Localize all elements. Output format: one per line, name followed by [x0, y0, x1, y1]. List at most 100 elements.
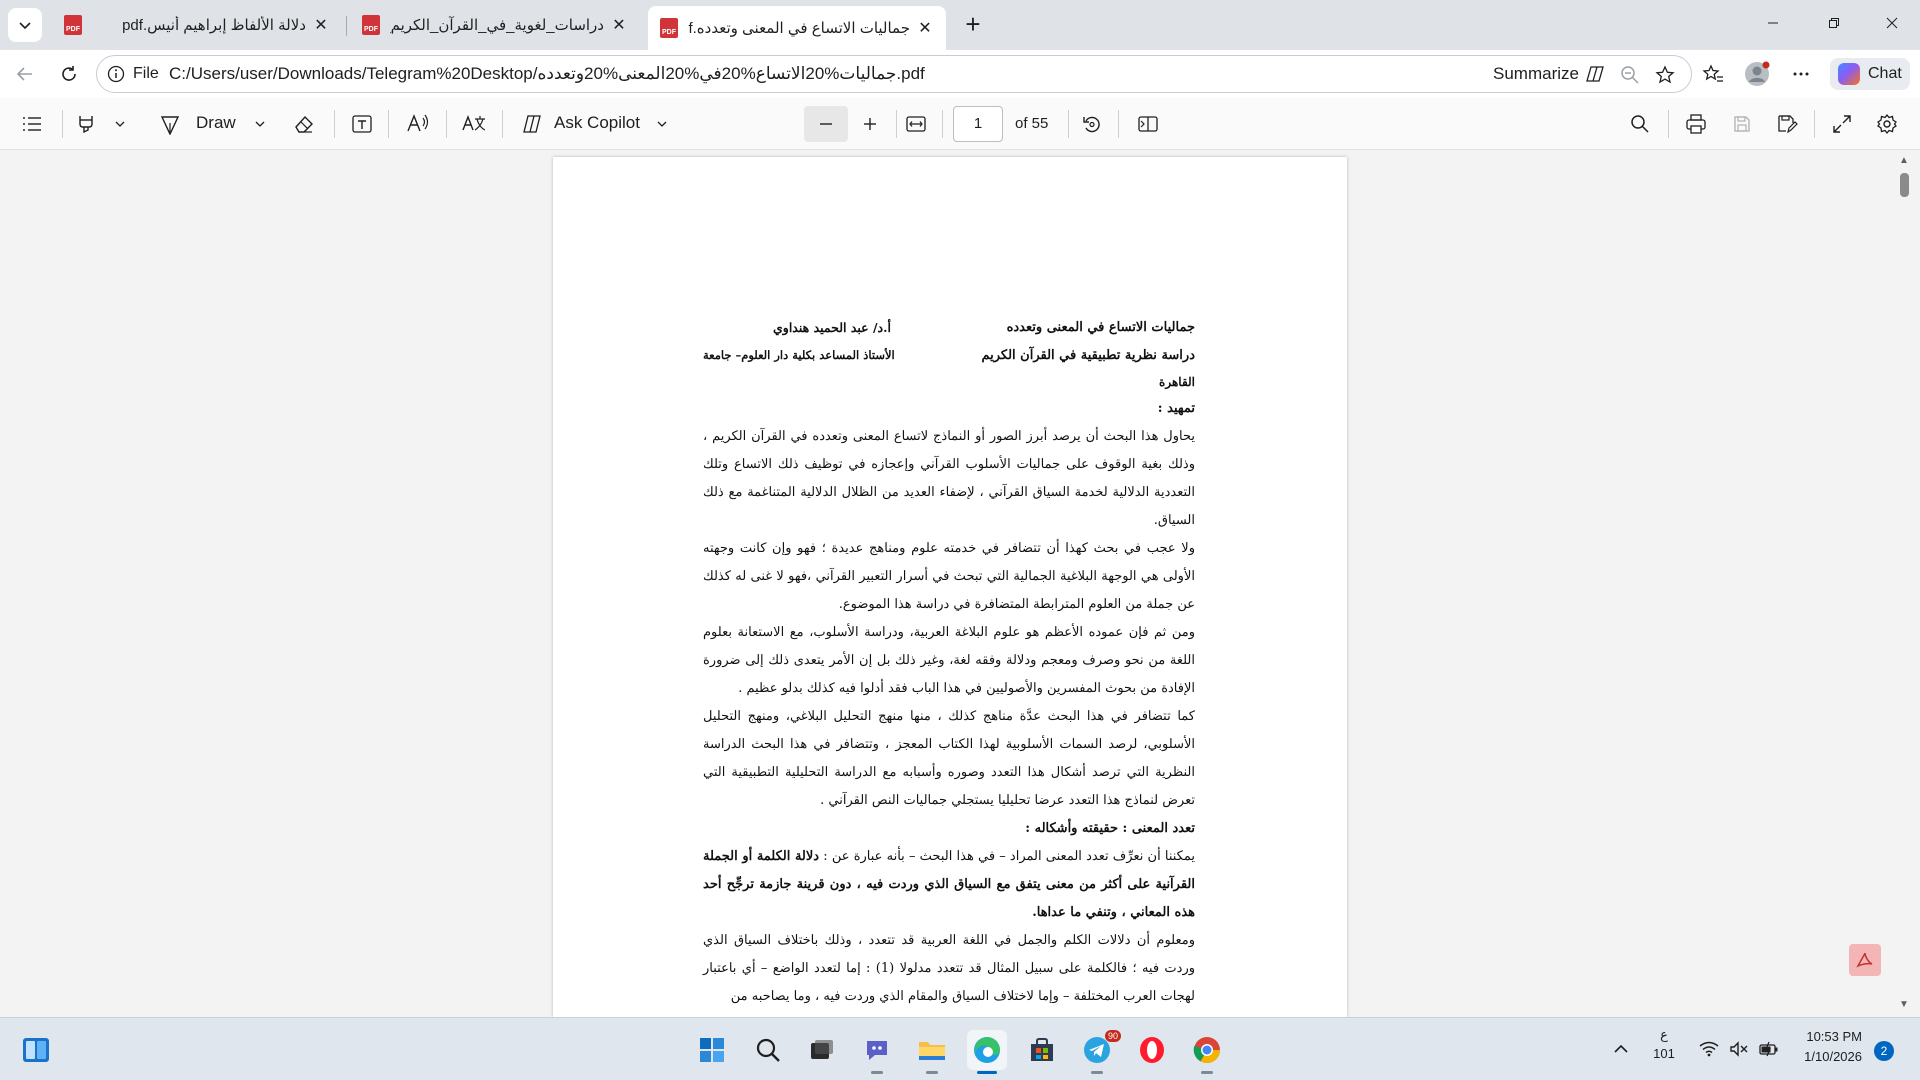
- tab-jamaliyat-active[interactable]: PDF جماليات الاتساع في المعنى وتعدده.pdf…: [648, 6, 946, 50]
- header-row-1: جماليات الاتساع في المعنى وتعدده أ.د/ عب…: [703, 313, 1195, 341]
- url-text[interactable]: C:/Users/user/Downloads/Telegram%20Deskt…: [169, 64, 925, 84]
- page-number-input[interactable]: 1: [953, 106, 1003, 142]
- rotate-icon[interactable]: [1080, 112, 1104, 136]
- close-icon[interactable]: ✕: [610, 15, 628, 35]
- show-hidden-icons-chevron-up-icon[interactable]: [1610, 1038, 1632, 1060]
- tab-strip: PDF دلالة الألفاظ إبراهيم أنيس.pdf ✕ PDF…: [0, 0, 1920, 50]
- close-icon[interactable]: ✕: [312, 15, 330, 35]
- draw-label[interactable]: Draw: [196, 113, 236, 133]
- pdf-viewer[interactable]: جماليات الاتساع في المعنى وتعدده أ.د/ عب…: [0, 151, 1920, 1017]
- highlight-icon[interactable]: [74, 112, 98, 136]
- close-icon[interactable]: ✕: [916, 18, 934, 38]
- refresh-button[interactable]: [52, 58, 86, 90]
- zoom-out-button[interactable]: [804, 106, 848, 142]
- notification-count-badge[interactable]: 2: [1874, 1041, 1894, 1061]
- copilot-outline-icon[interactable]: [520, 112, 544, 136]
- favorites-icon[interactable]: [1702, 63, 1724, 85]
- section-heading: تعدد المعنى : حقيقته وأشكاله :: [1025, 821, 1195, 836]
- save-icon[interactable]: [1730, 112, 1754, 136]
- vertical-scrollbar[interactable]: ▲ ▼: [1896, 151, 1912, 1017]
- input-language-line1[interactable]: ع: [1654, 1027, 1674, 1043]
- search-button[interactable]: [748, 1030, 788, 1070]
- acrobat-icon[interactable]: [1849, 944, 1881, 976]
- definition-paragraph: يمكننا أن نعرِّف تعدد المعنى المراد – في…: [703, 843, 1195, 927]
- draw-pen-icon[interactable]: [158, 112, 182, 136]
- tab-actions-menu-button[interactable]: [8, 8, 42, 42]
- copilot-chat-button[interactable]: Chat: [1830, 58, 1910, 90]
- close-icon: [1886, 17, 1898, 29]
- paragraph: ومعلوم أن دلالات الكلم والجمل في اللغة ا…: [703, 933, 1195, 1004]
- page-view-icon[interactable]: [1136, 112, 1160, 136]
- scroll-down-arrow-icon[interactable]: ▼: [1898, 999, 1910, 1010]
- edge-app[interactable]: [967, 1030, 1007, 1074]
- summarize-button[interactable]: Summarize: [1493, 64, 1605, 84]
- battery-charging-icon[interactable]: [1758, 1038, 1780, 1060]
- minimize-button[interactable]: [1745, 0, 1801, 46]
- more-options-icon[interactable]: [1790, 63, 1812, 85]
- scroll-up-arrow-icon[interactable]: ▲: [1898, 155, 1910, 166]
- fullscreen-icon[interactable]: [1830, 112, 1854, 136]
- windows-logo-icon: [700, 1038, 724, 1062]
- profile-avatar[interactable]: [1744, 61, 1770, 87]
- save-as-icon[interactable]: [1775, 112, 1799, 136]
- definition-intro: يمكننا أن نعرِّف تعدد المعنى المراد – في…: [823, 849, 1195, 864]
- tab-dirasat-lughawiya[interactable]: PDF دراسات_لغوية_في_القرآن_الكريم_وقر ✕: [350, 6, 640, 44]
- translate-icon[interactable]: [460, 112, 488, 136]
- new-tab-button[interactable]: +: [958, 10, 988, 40]
- paragraph: يحاول هذا البحث أن يرصد أبرز الصور أو ال…: [703, 429, 1195, 528]
- zoom-in-button[interactable]: [858, 112, 882, 136]
- fit-to-width-icon[interactable]: [904, 112, 928, 136]
- pdf-file-icon: PDF: [660, 18, 678, 38]
- chevron-down-icon[interactable]: [108, 112, 132, 136]
- tab-separator: [346, 16, 347, 36]
- opera-app[interactable]: [1132, 1030, 1172, 1070]
- edge-browser-icon: [974, 1037, 1000, 1063]
- back-button[interactable]: [8, 58, 42, 90]
- wifi-icon[interactable]: [1698, 1038, 1720, 1060]
- read-aloud-icon[interactable]: [406, 112, 430, 136]
- print-icon[interactable]: [1684, 112, 1708, 136]
- zoom-icon[interactable]: [1619, 64, 1641, 86]
- widgets-icon: [23, 1038, 49, 1062]
- clock-date[interactable]: 1/10/2026: [1790, 1049, 1862, 1064]
- search-icon[interactable]: [1628, 112, 1652, 136]
- volume-muted-icon[interactable]: [1728, 1038, 1750, 1060]
- microsoft-store-app[interactable]: [1022, 1030, 1062, 1070]
- close-window-button[interactable]: [1864, 0, 1920, 46]
- document-title: جماليات الاتساع في المعنى وتعدده: [1006, 319, 1195, 335]
- teams-app[interactable]: [857, 1030, 897, 1074]
- scheme-label: File: [133, 65, 159, 82]
- arrow-left-icon: [16, 67, 32, 81]
- intro-heading: تمهيد :: [1157, 401, 1195, 416]
- widgets-button[interactable]: [16, 1030, 56, 1070]
- eraser-icon[interactable]: [292, 112, 316, 136]
- add-text-icon[interactable]: [350, 112, 374, 136]
- opera-icon: [1140, 1037, 1164, 1063]
- scroll-thumb[interactable]: [1900, 173, 1909, 197]
- task-view-icon: [811, 1040, 833, 1059]
- chevron-down-icon[interactable]: [248, 112, 272, 136]
- running-indicator: [1091, 1071, 1103, 1074]
- ask-copilot-label[interactable]: Ask Copilot: [554, 113, 640, 133]
- clock-time[interactable]: 10:53 PM: [1790, 1029, 1862, 1044]
- tab-title: دراسات_لغوية_في_القرآن_الكريم_وقر: [390, 17, 604, 34]
- running-indicator: [1201, 1071, 1213, 1074]
- address-bar[interactable]: File C:/Users/user/Downloads/Telegram%20…: [96, 55, 1692, 93]
- refresh-icon: [62, 66, 76, 81]
- info-icon[interactable]: [107, 65, 125, 88]
- telegram-app[interactable]: 90: [1077, 1030, 1121, 1074]
- pdf-file-icon: PDF: [362, 15, 380, 35]
- maximize-button[interactable]: [1806, 0, 1862, 46]
- settings-gear-icon[interactable]: [1875, 112, 1899, 136]
- task-view-button[interactable]: [802, 1030, 842, 1070]
- chevron-down-icon[interactable]: [650, 112, 674, 136]
- input-language-line2[interactable]: 101: [1650, 1046, 1678, 1061]
- document-subtitle: دراسة نظرية تطبيقية في القرآن الكريم: [981, 347, 1195, 363]
- start-button[interactable]: [692, 1030, 732, 1070]
- star-icon[interactable]: [1654, 64, 1676, 86]
- contents-list-icon[interactable]: [20, 112, 44, 136]
- tab-dalalat-alfaz[interactable]: PDF دلالة الألفاظ إبراهيم أنيس.pdf ✕: [52, 6, 342, 44]
- file-explorer-app[interactable]: [912, 1030, 952, 1074]
- toolbar-separator: [446, 110, 447, 138]
- chrome-app[interactable]: [1187, 1030, 1227, 1074]
